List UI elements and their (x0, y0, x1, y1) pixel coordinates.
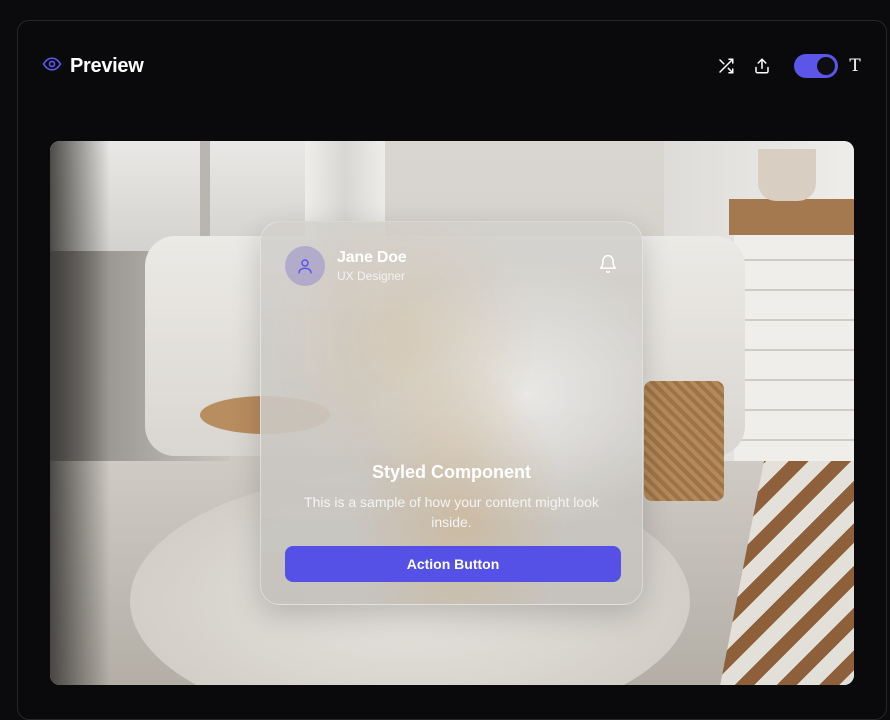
theme-toggle[interactable] (794, 54, 838, 78)
typography-button[interactable]: T (848, 56, 862, 76)
card-title: Styled Component (371, 462, 531, 482)
toolbar: T (708, 51, 862, 81)
card-header: Jane Doe UX Designer (285, 246, 618, 286)
toggle-knob (817, 57, 835, 75)
avatar (285, 246, 325, 286)
user-icon (298, 259, 312, 274)
title-group: Preview (42, 54, 144, 79)
shuffle-icon (719, 58, 734, 74)
user-role: UX Designer (337, 269, 406, 283)
page-title: Preview (70, 54, 144, 77)
upload-button[interactable] (744, 51, 780, 81)
card-description: This is a sample of how your content mig… (304, 494, 599, 530)
shuffle-button[interactable] (708, 51, 744, 81)
scene-pot (758, 149, 816, 201)
preview-header: Preview T (42, 51, 862, 81)
scene-basket (644, 381, 724, 501)
scene-shadow (50, 141, 110, 685)
bell-icon (599, 254, 617, 273)
upload-icon (755, 58, 769, 74)
user-name: Jane Doe (337, 249, 407, 266)
glass-card: Jane Doe UX Designer Styled Component Th… (260, 221, 643, 605)
action-button[interactable]: Action Button (285, 546, 621, 582)
user-info: Jane Doe UX Designer (285, 246, 407, 286)
scene-shelf (729, 199, 854, 235)
notification-button[interactable] (598, 254, 618, 279)
user-text: Jane Doe UX Designer (337, 249, 407, 283)
eye-icon (42, 54, 62, 79)
